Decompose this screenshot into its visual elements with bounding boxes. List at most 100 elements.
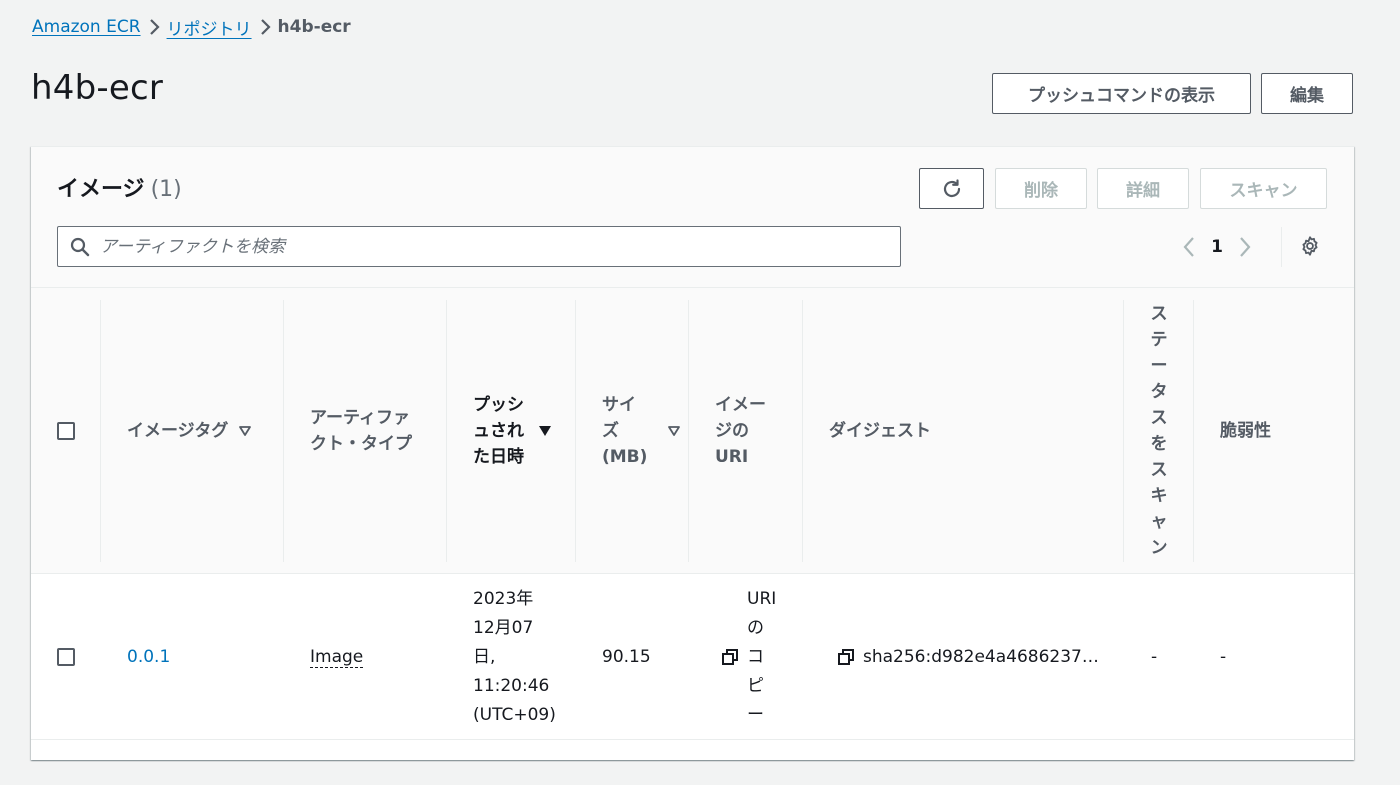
size-line-3: (MB)	[602, 447, 648, 467]
copy-icon[interactable]	[721, 648, 739, 666]
pushed-at-line-3: た日時	[473, 447, 524, 467]
row-checkbox[interactable]	[57, 648, 75, 666]
scan-status-char: ン	[1150, 538, 1168, 558]
digest-cell: sha256:d982e4a4686237…	[837, 574, 1099, 740]
settings-icon[interactable]	[1295, 231, 1325, 261]
column-divider	[1193, 300, 1194, 562]
pushed-at-line-1: プッシ	[473, 395, 524, 415]
view-push-commands-button[interactable]: プッシュコマンドの表示	[992, 73, 1251, 114]
search-icon	[68, 235, 92, 259]
pushed-at-line: 11:20:46	[473, 675, 550, 696]
previous-page-icon[interactable]	[1171, 226, 1207, 267]
digest-value: sha256:d982e4a4686237…	[863, 646, 1099, 667]
copy-icon[interactable]	[837, 648, 855, 666]
column-header-size[interactable]: サイ ズ (MB)	[602, 300, 681, 562]
copy-uri-char: ー	[747, 704, 764, 725]
pushed-at-line-2: ュされ	[473, 421, 524, 441]
sorted-descending-icon	[538, 425, 552, 437]
details-button[interactable]: 詳細	[1097, 168, 1189, 209]
artifact-type-line-2: クト・タイプ	[310, 434, 412, 454]
panel-header: イメージ (1) 削除 詳細 スキャン アーティファクトを検索 1	[31, 147, 1354, 288]
size-line-1: サイ	[602, 395, 636, 415]
scan-status-char: ー	[1150, 356, 1168, 376]
pushed-at-line: 2023年	[473, 588, 534, 609]
column-header-artifact-type: アーティファ クト・タイプ	[310, 300, 412, 562]
pushed-at-line: 日,	[473, 646, 496, 667]
search-input[interactable]	[92, 227, 900, 266]
size-line-2: ズ	[602, 421, 619, 441]
select-all-cell	[57, 300, 75, 562]
pager-divider	[1281, 227, 1282, 267]
tag-cell: 0.0.1	[127, 574, 170, 740]
sort-down-icon	[667, 425, 681, 437]
pushed-at-line: 12月07	[473, 617, 534, 638]
images-panel: イメージ (1) 削除 詳細 スキャン アーティファクトを検索 1 イメージタグ…	[31, 146, 1354, 760]
edit-button[interactable]: 編集	[1261, 73, 1353, 114]
copy-uri-label[interactable]: URI の コ ピ ー	[747, 585, 776, 730]
column-header-pushed-at[interactable]: プッシ ュされ た日時	[473, 300, 552, 562]
chevron-right-icon	[141, 17, 167, 37]
delete-button[interactable]: 削除	[995, 168, 1087, 209]
scan-status-char: テ	[1150, 330, 1168, 350]
row-select-cell	[57, 574, 75, 740]
sort-down-icon	[238, 425, 252, 437]
size-value: 90.15	[602, 646, 651, 667]
digest-label: ダイジェスト	[829, 421, 931, 441]
refresh-icon	[940, 177, 964, 201]
column-header-vulnerability: 脆弱性	[1220, 300, 1271, 562]
column-divider	[100, 300, 101, 562]
column-divider	[802, 300, 803, 562]
panel-title-text: イメージ	[57, 177, 145, 202]
panel-title: イメージ (1)	[57, 171, 182, 203]
uri-line-2: ジの	[715, 421, 749, 441]
scan-status-label: ステータスをスキャン	[1151, 301, 1168, 561]
scan-status-char: ス	[1150, 304, 1168, 324]
breadcrumb: Amazon ECR リポジトリ h4b-ecr	[32, 14, 351, 40]
column-header-tag[interactable]: イメージタグ	[127, 300, 252, 562]
copy-uri-char: の	[747, 617, 764, 638]
column-header-scan-status: ステータスをスキャン	[1145, 300, 1173, 562]
artifact-type-value[interactable]: Image	[310, 647, 364, 668]
image-count: (1)	[150, 177, 182, 202]
column-header-digest: ダイジェスト	[829, 300, 931, 562]
breadcrumb-current: h4b-ecr	[277, 17, 351, 37]
copy-uri-char: ピ	[747, 675, 764, 696]
table-header: イメージタグ アーティファ クト・タイプ プッシ ュされ た日時 サイ ズ (M…	[31, 288, 1354, 574]
current-page[interactable]: 1	[1207, 237, 1227, 257]
scan-status-char: を	[1150, 434, 1168, 454]
scan-status-char: ャ	[1150, 512, 1168, 532]
pushed-at-cell: 2023年 12月07 日, 11:20:46 (UTC+09)	[473, 574, 556, 740]
pushed-at-line: (UTC+09)	[473, 704, 556, 725]
refresh-button[interactable]	[919, 168, 984, 209]
artifact-search	[57, 226, 901, 267]
select-all-checkbox[interactable]	[57, 422, 75, 440]
vulnerability-cell: -	[1220, 574, 1226, 740]
next-page-icon[interactable]	[1227, 226, 1263, 267]
scan-status-char: ス	[1150, 408, 1168, 428]
scan-status-char: タ	[1150, 382, 1168, 402]
artifact-type-line-1: アーティファ	[310, 408, 410, 428]
scan-button[interactable]: スキャン	[1200, 168, 1327, 209]
breadcrumb-amazon-ecr[interactable]: Amazon ECR	[32, 17, 141, 37]
uri-line-1: イメー	[715, 395, 766, 415]
uri-line-3: URI	[715, 447, 749, 467]
page-title: h4b-ecr	[31, 68, 164, 108]
scan-status-cell: -	[1151, 574, 1157, 740]
column-divider	[688, 300, 689, 562]
pagination: 1	[1171, 226, 1263, 267]
column-divider	[283, 300, 284, 562]
uri-copy-cell[interactable]: URI の コ ピ ー	[721, 574, 776, 740]
artifact-type-cell: Image	[310, 574, 364, 740]
copy-uri-char: コ	[747, 646, 764, 667]
breadcrumb-repositories[interactable]: リポジトリ	[167, 15, 252, 40]
vulnerability-label: 脆弱性	[1220, 421, 1271, 441]
scan-status-value: -	[1151, 646, 1158, 667]
scan-status-char: ス	[1150, 460, 1168, 480]
vulnerability-value: -	[1220, 646, 1227, 667]
image-tag-link[interactable]: 0.0.1	[127, 643, 170, 672]
column-header-uri: イメー ジの URI	[715, 300, 766, 562]
scan-status-char: キ	[1150, 486, 1168, 506]
copy-uri-char: URI	[747, 588, 777, 609]
column-divider	[446, 300, 447, 562]
column-header-tag-label: イメージタグ	[127, 421, 229, 441]
